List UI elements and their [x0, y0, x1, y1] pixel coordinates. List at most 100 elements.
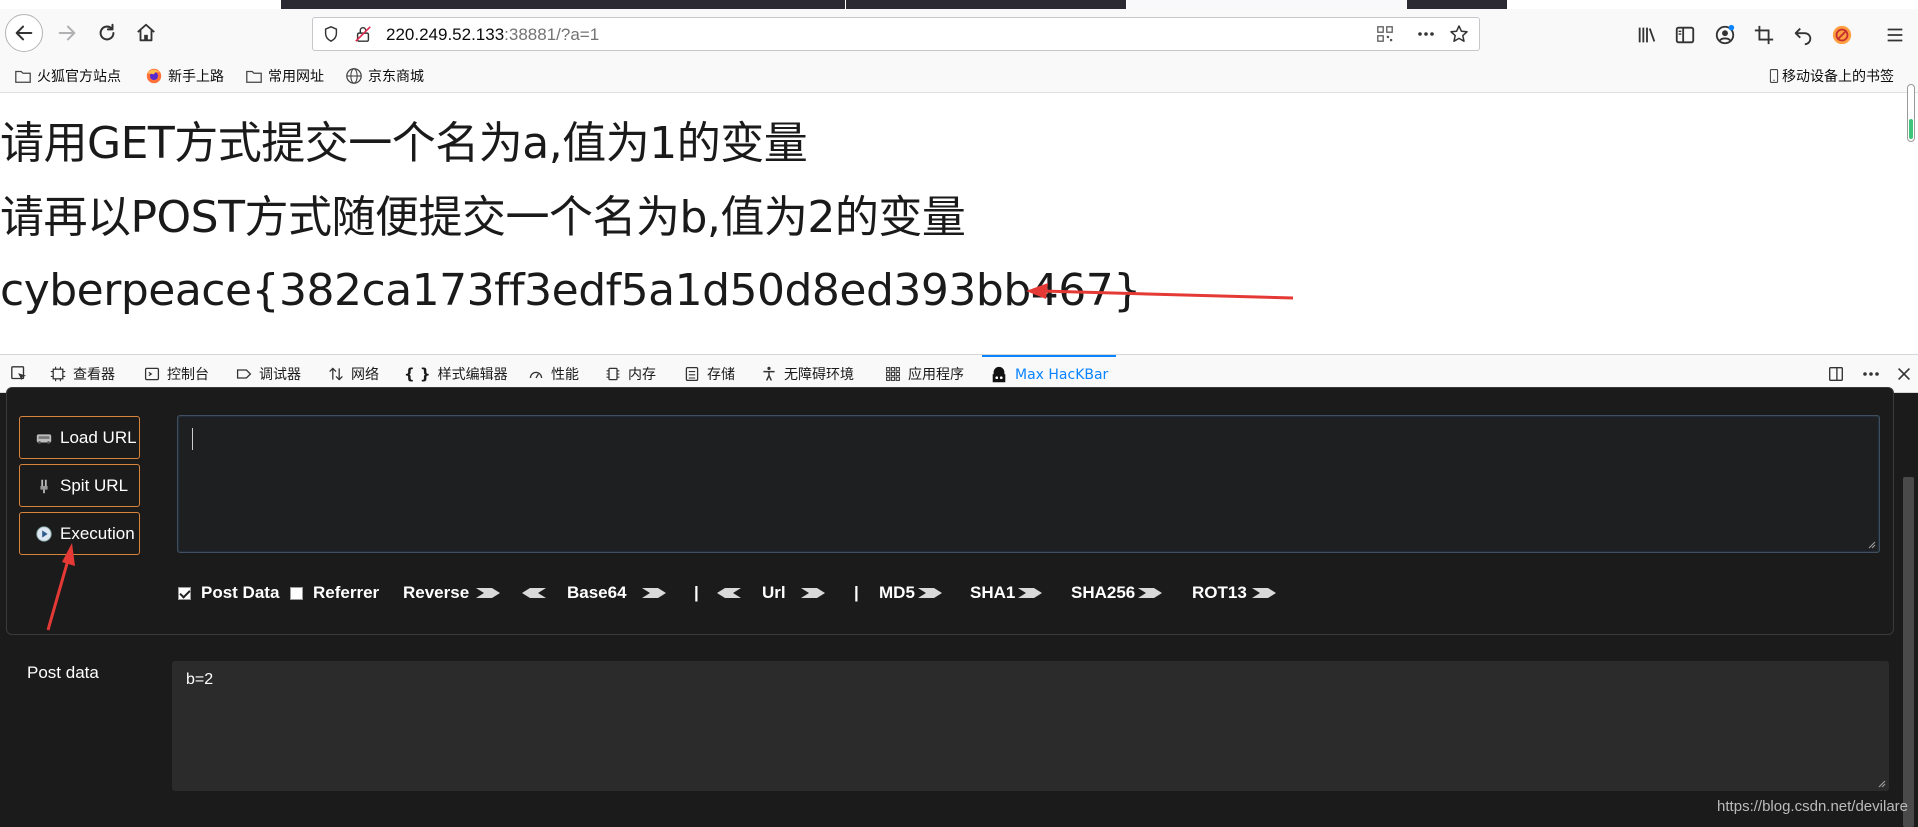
mobile-bookmarks[interactable]: 移动设备上的书签 [1769, 64, 1894, 88]
reload-button[interactable] [88, 14, 126, 52]
url-textarea[interactable] [177, 415, 1880, 553]
bookmark-item[interactable]: 京东商城 [345, 64, 424, 88]
insecure-lock-icon[interactable] [353, 24, 373, 44]
close-devtools-icon[interactable] [1893, 363, 1915, 385]
network-icon [329, 367, 343, 381]
rot13-label: ROT13 [1192, 583, 1247, 602]
execution-button[interactable]: Execution [19, 512, 140, 555]
rot13-button[interactable]: ROT13 [1192, 580, 1277, 606]
sidebar-icon[interactable] [1673, 23, 1697, 47]
hackbar-scroll-thumb[interactable] [1903, 477, 1914, 827]
hackbar-scrollbar[interactable] [1899, 393, 1918, 827]
text-cursor [192, 428, 193, 450]
chevron-right-icon [1138, 588, 1163, 598]
md5-label: MD5 [879, 583, 915, 602]
qr-code-icon[interactable] [1375, 24, 1395, 44]
post-data-option[interactable]: Post Data [178, 580, 279, 606]
browser-tab[interactable] [282, 0, 845, 9]
performance-icon [529, 371, 543, 379]
active-tab[interactable] [1127, 0, 1407, 9]
hamburger-menu-icon[interactable] [1883, 23, 1907, 47]
url-text[interactable]: 220.249.52.133:38881/?a=1 [386, 24, 599, 46]
home-icon [137, 23, 155, 42]
url-label: Url [762, 583, 786, 602]
sha256-label: SHA256 [1071, 583, 1136, 602]
mobile-bookmarks-label: 移动设备上的书签 [1782, 69, 1894, 85]
reverse-button[interactable]: Reverse [403, 580, 501, 606]
bookmark-star-icon[interactable] [1449, 24, 1469, 44]
devtools-tab-label: 查看器 [73, 367, 115, 383]
addon-blocked-icon[interactable] [1830, 23, 1854, 47]
tab-strip [0, 0, 1918, 9]
md5-button[interactable]: MD5 [879, 580, 943, 606]
shield-icon[interactable] [321, 24, 341, 44]
bookmark-label: 常用网址 [268, 69, 324, 85]
chevron-right-icon [800, 588, 825, 598]
devtools-more-icon[interactable] [1860, 363, 1882, 385]
arrow-left-icon [15, 25, 33, 41]
page-content: 请用GET方式提交一个名为a,值为1的变量 请再以POST方式随便提交一个名为b… [0, 94, 1900, 354]
devtools-tab-label: 性能 [551, 367, 579, 383]
bookmark-label: 火狐官方站点 [37, 69, 121, 85]
devtools-tab-label: 调试器 [259, 367, 301, 383]
firefox-icon [146, 68, 162, 84]
chevron-right-icon [917, 588, 942, 598]
folder-icon [246, 70, 262, 83]
undo-icon[interactable] [1791, 23, 1815, 47]
reload-icon [99, 23, 115, 41]
bookmark-label: 新手上路 [168, 69, 224, 85]
screenshot-crop-icon[interactable] [1752, 23, 1776, 47]
application-icon [886, 367, 900, 381]
sha256-button[interactable]: SHA256 [1071, 580, 1163, 606]
base64-button[interactable]: Base64 [521, 580, 667, 606]
bookmark-item[interactable]: 新手上路 [145, 64, 224, 88]
chevron-right-icon [476, 588, 501, 598]
referrer-label: Referrer [313, 583, 380, 602]
split-url-button[interactable]: Spit URL [19, 464, 140, 507]
url-encode-button[interactable]: Url [716, 580, 826, 606]
referrer-checkbox[interactable] [290, 586, 303, 600]
referrer-option[interactable]: Referrer [290, 580, 379, 606]
reverse-label: Reverse [403, 583, 470, 602]
url-host: 220.249.52.133 [386, 25, 505, 44]
browser-tab[interactable] [846, 0, 1126, 9]
load-url-icon [34, 428, 54, 448]
resize-handle-icon[interactable] [1876, 778, 1886, 788]
forward-button[interactable] [48, 14, 86, 52]
element-picker-icon[interactable] [8, 363, 30, 385]
library-icon[interactable] [1635, 23, 1659, 47]
split-url-label: Spit URL [60, 475, 129, 495]
load-url-label: Load URL [60, 427, 137, 447]
devtools-tab-label: 样式编辑器 [437, 367, 508, 383]
url-path: :38881/?a=1 [504, 25, 600, 44]
memory-icon [606, 367, 620, 381]
post-data-checkbox[interactable] [178, 586, 191, 600]
post-data-label: Post Data [201, 583, 280, 602]
devtools-tab-label: 无障碍环境 [784, 367, 854, 383]
dock-side-icon[interactable] [1825, 363, 1847, 385]
more-actions-icon[interactable] [1416, 24, 1436, 44]
separator: | [694, 580, 699, 606]
hackbar-icon [992, 366, 1006, 383]
sha1-button[interactable]: SHA1 [970, 580, 1043, 606]
style-editor-icon: { } [404, 365, 431, 383]
back-button[interactable] [5, 14, 43, 52]
bookmark-item[interactable]: 常用网址 [245, 64, 324, 88]
execution-label: Execution [60, 523, 135, 543]
bookmark-item[interactable]: 火狐官方站点 [14, 64, 121, 88]
account-icon[interactable] [1713, 23, 1737, 47]
resize-handle-icon[interactable] [1866, 539, 1876, 549]
page-scrollbar[interactable] [1907, 84, 1915, 142]
post-data-textarea[interactable]: b=2 [172, 661, 1889, 791]
chevron-right-icon [1018, 588, 1043, 598]
accessibility-icon [763, 366, 775, 381]
browser-tab[interactable] [1407, 0, 1507, 9]
url-bar[interactable]: 220.249.52.133:38881/?a=1 [312, 17, 1480, 51]
home-button[interactable] [127, 14, 165, 52]
load-url-button[interactable]: Load URL [19, 416, 140, 459]
devtools-tab-label: Max HacKBar [1015, 367, 1109, 383]
devtools-tab-label: 网络 [351, 367, 379, 383]
split-url-icon [34, 476, 54, 496]
devtools-tab-label: 控制台 [167, 367, 209, 383]
arrow-right-icon [58, 25, 76, 41]
